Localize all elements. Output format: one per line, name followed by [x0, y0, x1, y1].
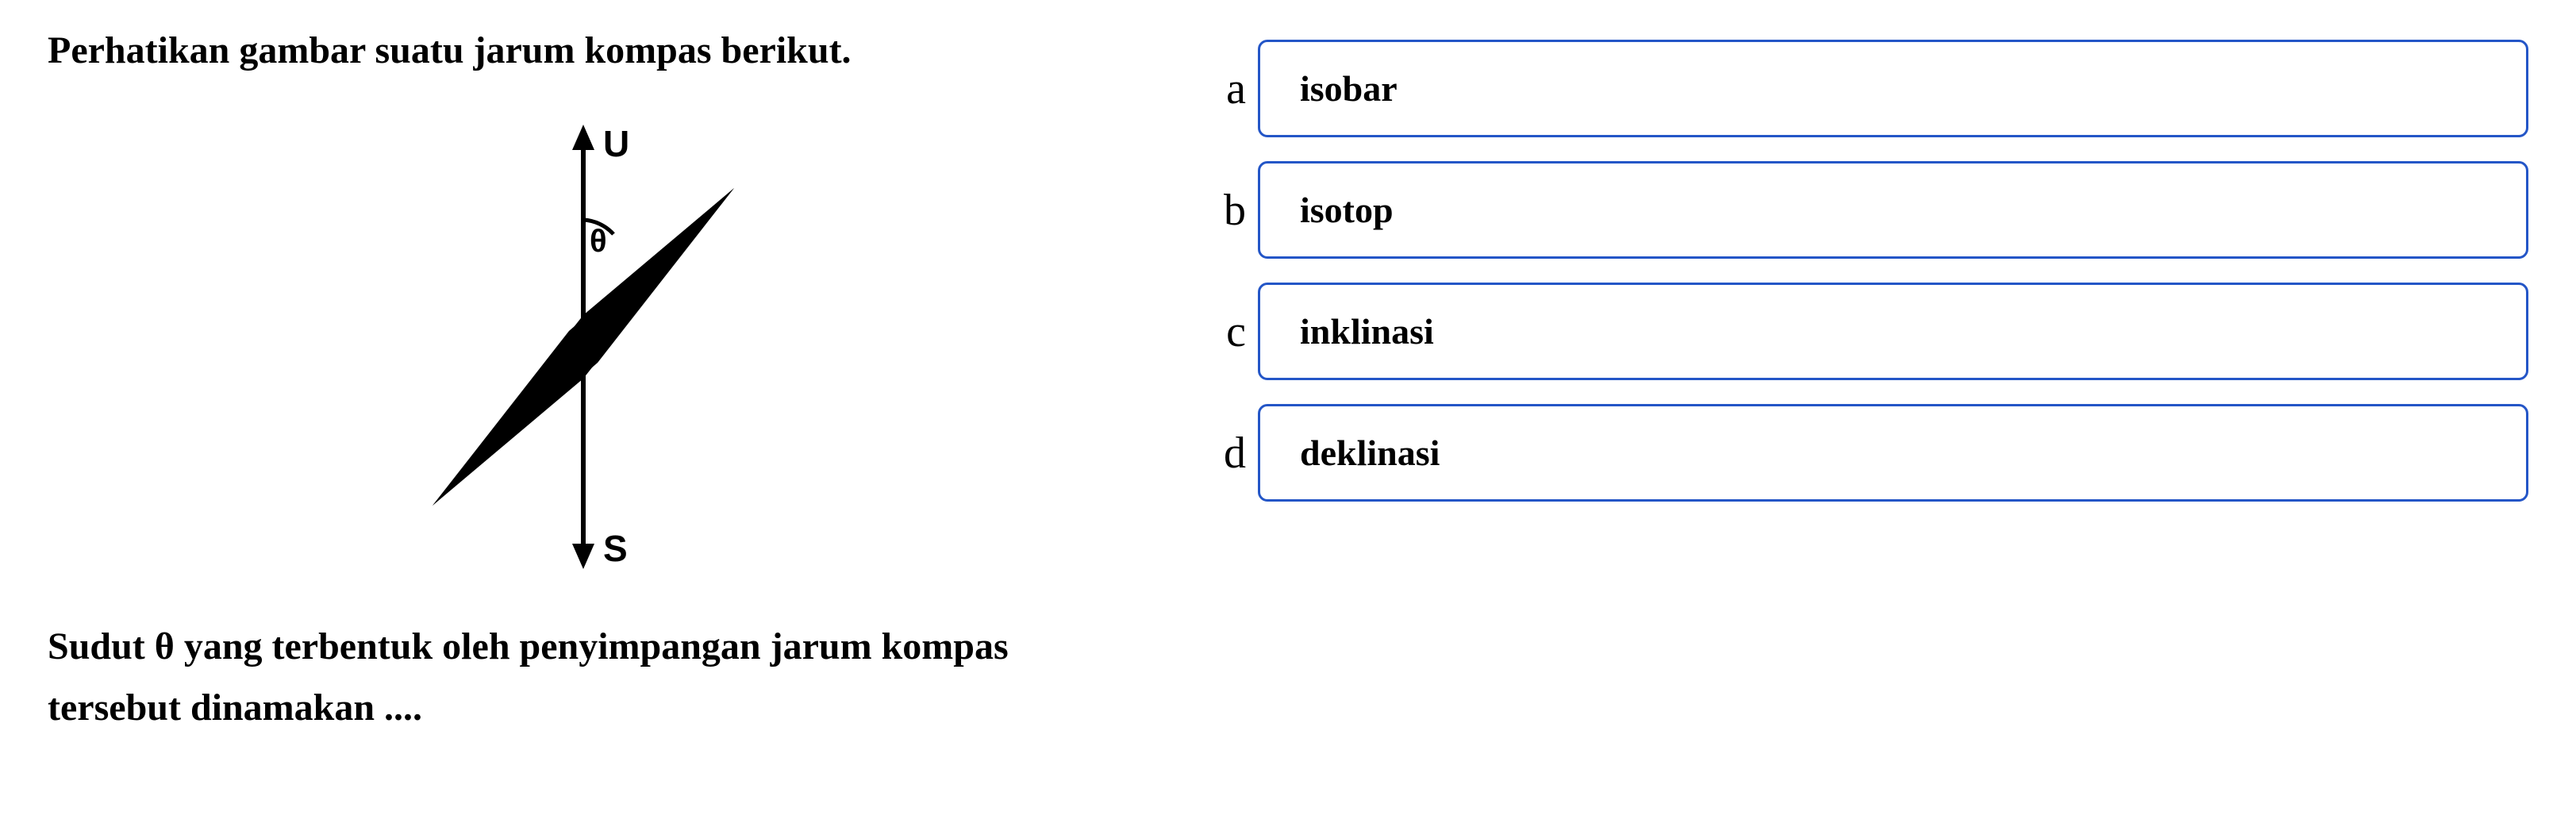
options-list: a isobar b isotop c inklinasi d [1214, 40, 2528, 502]
compass-diagram-container: U S θ [48, 101, 1119, 593]
option-d-text: deklinasi [1300, 433, 1440, 473]
option-b-box[interactable]: isotop [1258, 161, 2528, 259]
options-column: a isobar b isotop c inklinasi d [1214, 24, 2528, 739]
option-c-row: c inklinasi [1214, 283, 2528, 380]
compass-diagram: U S θ [385, 117, 782, 577]
option-c-text: inklinasi [1300, 311, 1434, 352]
option-d-box[interactable]: deklinasi [1258, 404, 2528, 502]
south-arrow-icon [572, 544, 594, 569]
question-conclusion: Sudut θ yang terbentuk oleh penyimpangan… [48, 617, 1119, 739]
option-b-text: isotop [1300, 190, 1394, 230]
option-a-letter: a [1214, 63, 1246, 114]
question-intro: Perhatikan gambar suatu jarum kompas ber… [48, 24, 1119, 77]
question-column: Perhatikan gambar suatu jarum kompas ber… [48, 24, 1119, 739]
option-a-row: a isobar [1214, 40, 2528, 137]
option-c-box[interactable]: inklinasi [1258, 283, 2528, 380]
conclusion-line1: Sudut θ yang terbentuk oleh penyimpangan… [48, 625, 1009, 667]
north-arrow-icon [572, 125, 594, 150]
main-container: Perhatikan gambar suatu jarum kompas ber… [48, 24, 2528, 739]
compass-svg: U S θ [385, 117, 782, 577]
option-b-row: b isotop [1214, 161, 2528, 259]
option-d-letter: d [1214, 428, 1246, 479]
angle-label: θ [590, 224, 607, 259]
conclusion-line2: tersebut dinamakan .... [48, 687, 422, 729]
option-a-text: isobar [1300, 68, 1398, 109]
option-d-row: d deklinasi [1214, 404, 2528, 502]
north-label: U [603, 123, 629, 164]
option-b-letter: b [1214, 185, 1246, 236]
option-a-box[interactable]: isobar [1258, 40, 2528, 137]
option-c-letter: c [1214, 306, 1246, 357]
south-label: S [603, 528, 628, 569]
